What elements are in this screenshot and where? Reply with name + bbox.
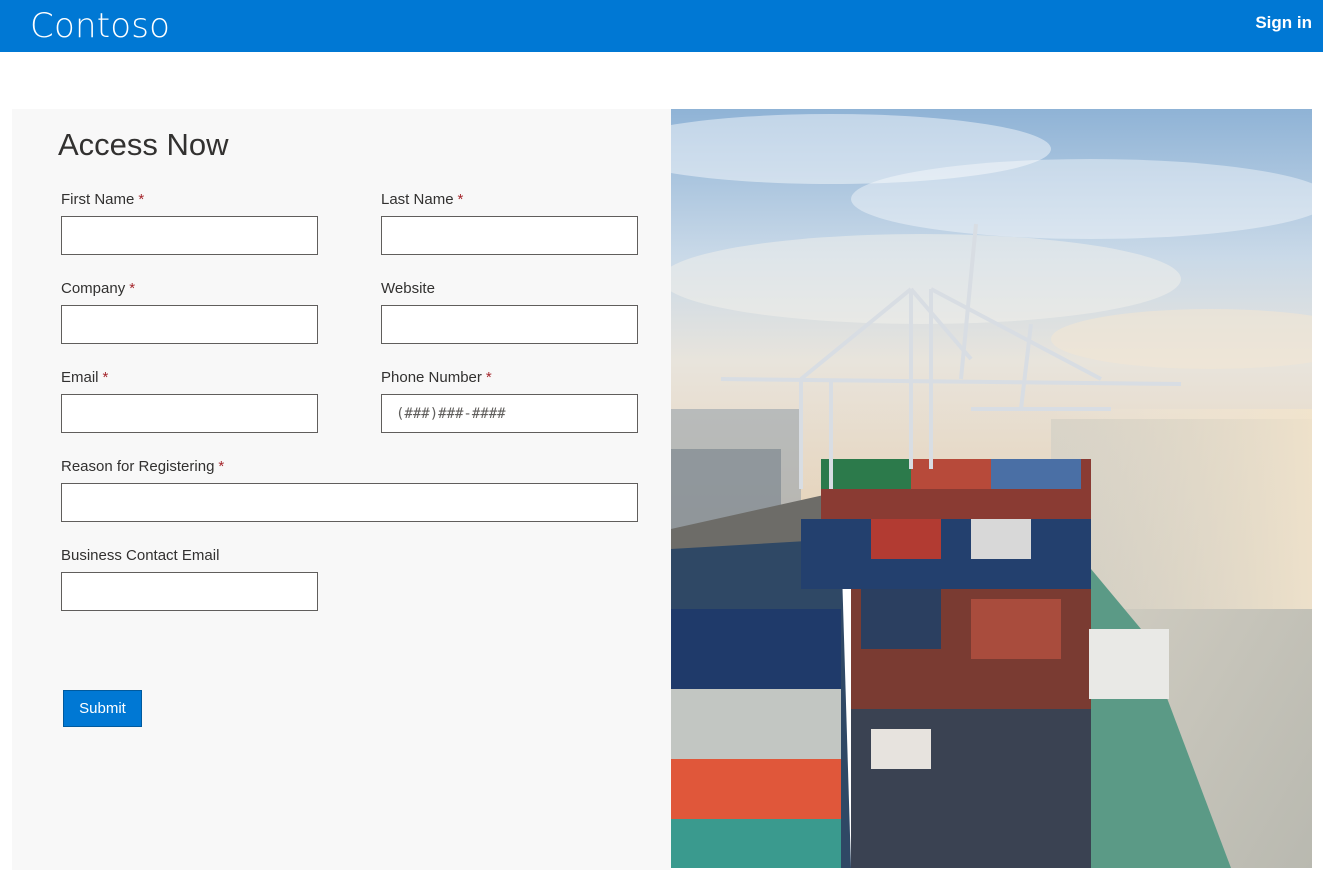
company-input[interactable]: [61, 305, 318, 344]
reason-input[interactable]: [61, 483, 638, 522]
company-label-text: Company: [61, 280, 126, 297]
website-label-text: Website: [381, 280, 435, 297]
first-name-label-text: First Name: [61, 191, 135, 208]
last-name-label-text: Last Name: [381, 191, 454, 208]
last-name-label: Last Name *: [381, 191, 463, 208]
business-contact-email-label: Business Contact Email: [61, 547, 219, 564]
business-contact-email-input[interactable]: [61, 572, 318, 611]
first-name-input[interactable]: [61, 216, 318, 255]
reason-label: Reason for Registering *: [61, 458, 224, 475]
sign-in-link[interactable]: Sign in: [1255, 13, 1312, 33]
required-marker: *: [457, 191, 464, 208]
required-marker: *: [129, 280, 136, 297]
required-marker: *: [102, 369, 109, 386]
email-label: Email *: [61, 369, 108, 386]
required-marker: *: [138, 191, 145, 208]
port-illustration: [671, 109, 1312, 868]
phone-number-label-text: Phone Number: [381, 369, 482, 386]
form-title: Access Now: [58, 127, 229, 162]
website-label: Website: [381, 280, 435, 297]
brand-logo[interactable]: Contoso: [30, 4, 170, 48]
email-input[interactable]: [61, 394, 318, 433]
phone-number-input[interactable]: [381, 394, 638, 433]
email-label-text: Email: [61, 369, 99, 386]
reason-label-text: Reason for Registering: [61, 458, 215, 475]
container-ship-port-image: [671, 109, 1312, 868]
required-marker: *: [218, 458, 225, 475]
business-contact-email-label-text: Business Contact Email: [61, 547, 220, 564]
submit-button[interactable]: Submit: [63, 690, 142, 727]
last-name-input[interactable]: [381, 216, 638, 255]
phone-number-label: Phone Number *: [381, 369, 492, 386]
top-navigation-bar: Contoso Sign in: [0, 0, 1323, 52]
website-input[interactable]: [381, 305, 638, 344]
company-label: Company *: [61, 280, 135, 297]
required-marker: *: [485, 369, 492, 386]
registration-form: Access Now First Name * Last Name * Compan…: [12, 109, 671, 870]
first-name-label: First Name *: [61, 191, 144, 208]
